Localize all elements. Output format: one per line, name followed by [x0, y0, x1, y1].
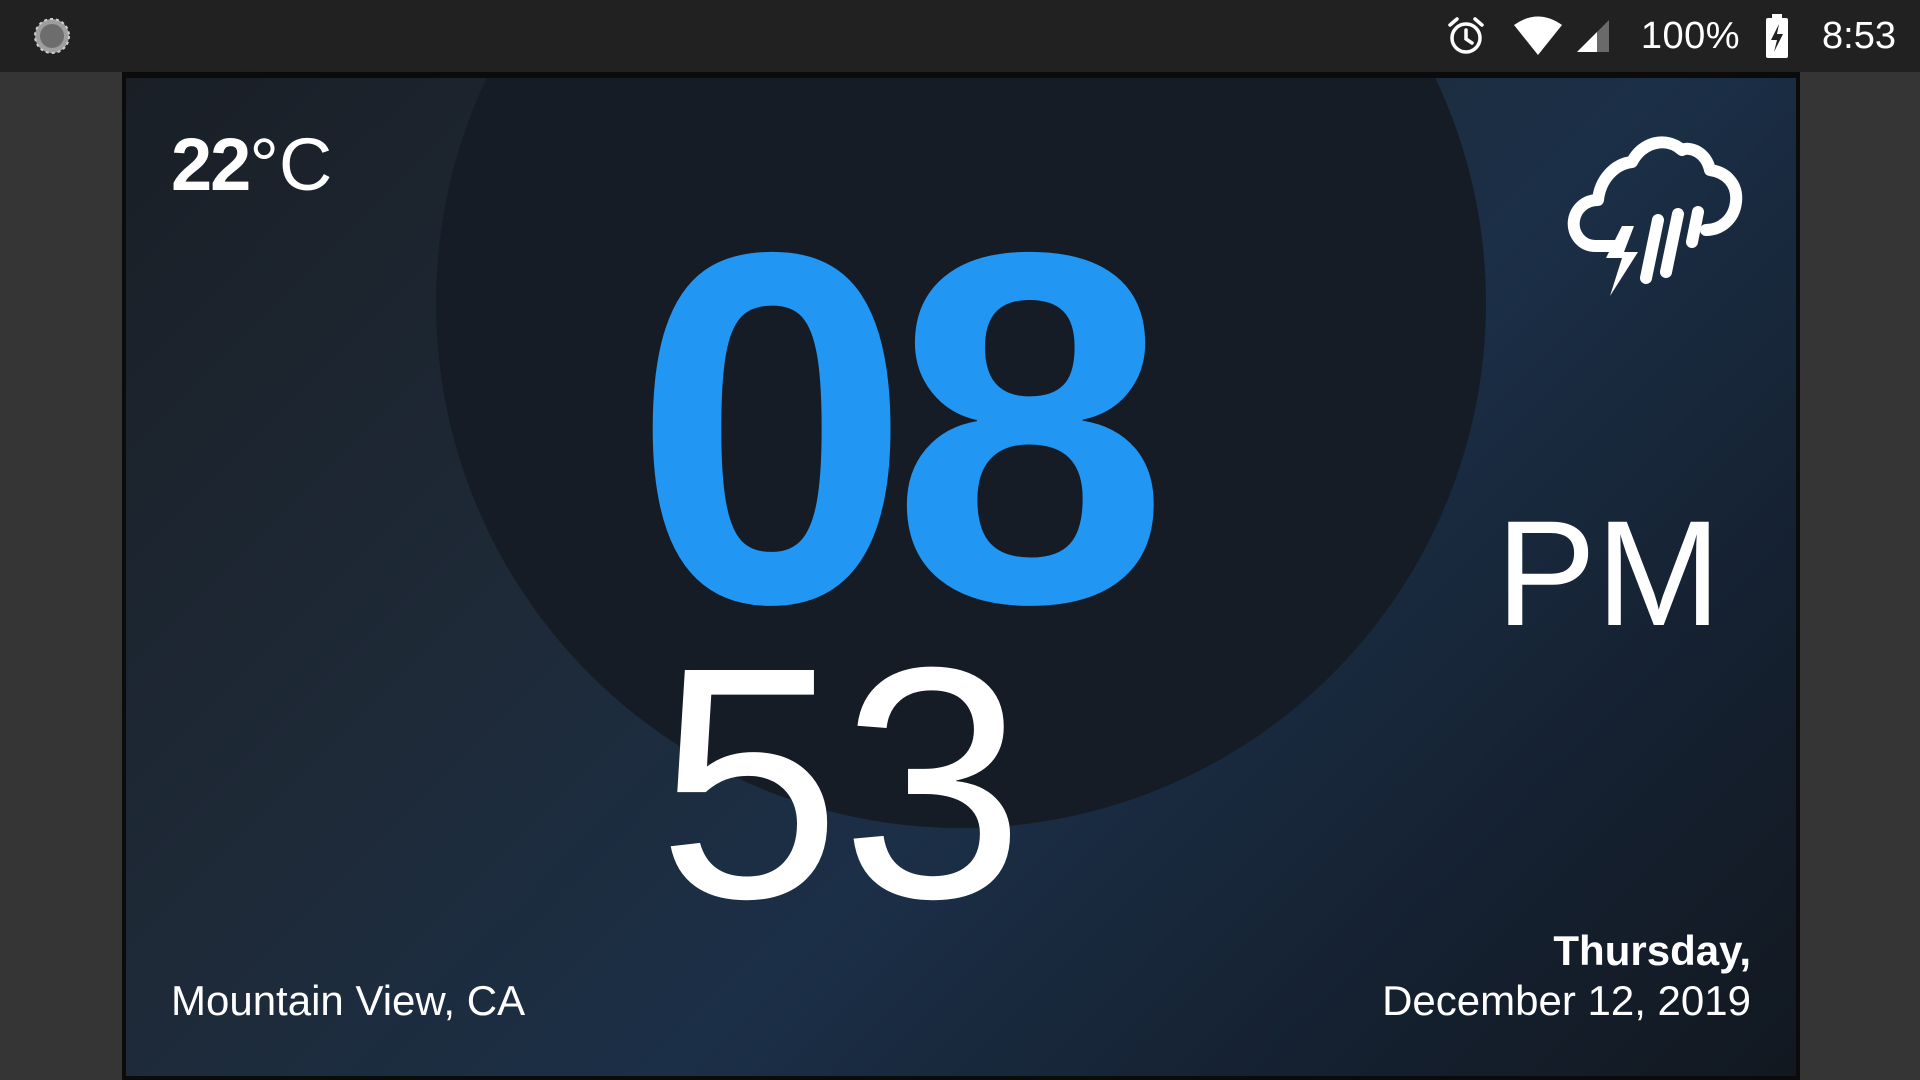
date-label: December 12, 2019 — [1382, 977, 1751, 1024]
clock-screen[interactable]: 22°C 08 53 PM Mountain View, CA Thursday… — [126, 78, 1796, 1076]
status-bar: 100% 8:53 — [0, 0, 1920, 72]
thunderstorm-rain-icon — [1567, 136, 1743, 296]
temperature: 22°C — [171, 128, 332, 202]
day-of-week: Thursday, — [1553, 927, 1751, 974]
temperature-value: 22 — [171, 123, 251, 206]
minute-display: 53 — [657, 598, 1025, 967]
status-time: 8:53 — [1822, 14, 1896, 57]
location-label: Mountain View, CA — [171, 977, 526, 1024]
app-loading-icon — [34, 18, 70, 54]
battery-percentage: 100% — [1640, 14, 1741, 57]
am-pm-indicator: PM — [1496, 489, 1721, 657]
wifi-icon — [1513, 16, 1562, 55]
status-icons: 100% 8:53 — [1445, 0, 1896, 72]
alarm-icon — [1448, 17, 1484, 54]
cell-signal-icon — [1576, 20, 1609, 52]
temperature-unit: °C — [249, 123, 333, 206]
left-margin — [0, 72, 122, 1080]
battery-charging-icon — [1766, 14, 1789, 58]
right-margin — [1800, 72, 1920, 1080]
